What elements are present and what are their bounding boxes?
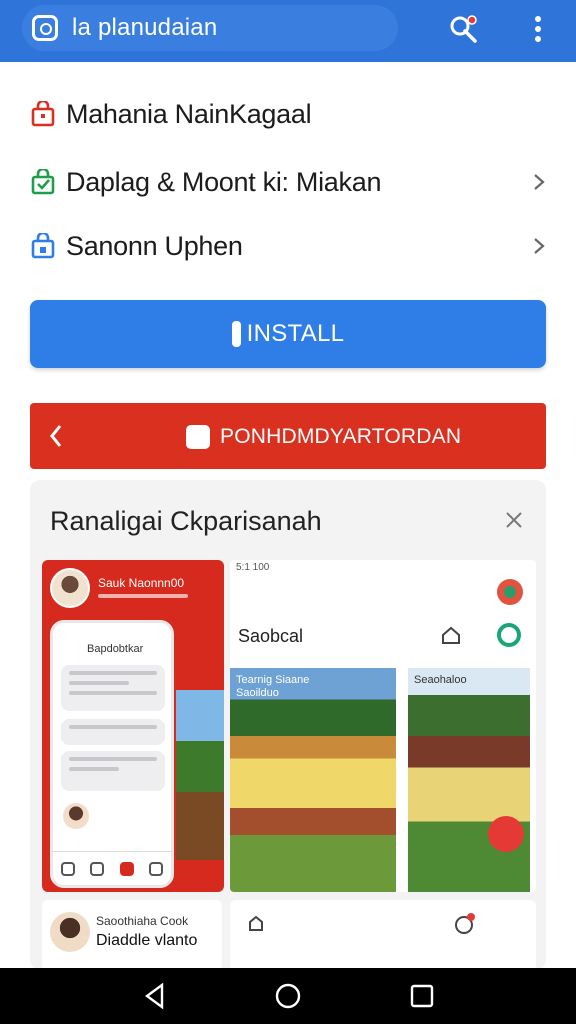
url-bar[interactable]: la planudaian [22,5,398,51]
app-header-bar: PONHDMDYARTORDAN [30,403,546,469]
chip-line-2: Diaddle vlanto [96,932,198,949]
key-icon[interactable] [446,12,480,46]
notification-icon [455,913,475,934]
comments-chip[interactable] [230,900,536,972]
screenshot-left[interactable]: Sauk Naonnn00 Bapdobtkar [42,560,224,892]
card-title: Ranaligai Ckparisanah [50,506,322,536]
chevron-right-icon [534,238,545,254]
house-photo: Seaohaloo [408,668,530,892]
chevron-right-icon [534,174,545,190]
more-vert-icon[interactable] [528,12,548,46]
screenshot-right[interactable]: 5:1 100 Saobcal Tearnig Siaane Saoilduo … [230,560,536,892]
home-icon [60,861,75,876]
profile-icon [149,861,164,876]
list-item-label: Daplag & Moont ki: Miakan [66,166,382,197]
home-outline-icon [442,626,460,644]
phone-mockup: Bapdobtkar [50,620,174,888]
app-badge-icon [497,579,523,605]
home-icon[interactable] [274,982,302,1010]
screenshots-card: Ranaligai Ckparisanah Sauk Naonnn00 Bapd… [30,480,546,972]
status-bar-text: 5:1 100 [236,562,270,573]
bag-share-icon [31,233,55,259]
download-icon [231,321,241,347]
photo-thumbnail [176,690,224,860]
lock-icon [32,15,58,41]
bag-check-icon [31,169,55,195]
chat-icon [497,623,521,647]
text-placeholder [98,594,188,598]
list-item-label: Mahania NainKagaal [66,98,312,129]
search-icon [90,861,105,876]
page: la planudaian Mahania NainKagaal Daplag … [0,0,576,1024]
share-icon [249,915,263,931]
add-icon [119,861,134,876]
install-button[interactable]: INSTALL [30,300,546,368]
browser-toolbar: la planudaian [0,0,576,62]
avatar [50,568,90,608]
back-icon[interactable] [142,982,168,1010]
phone-title: Bapdobtkar [87,643,144,655]
list-item-1[interactable]: Mahania NainKagaal [0,86,576,142]
action-button[interactable] [488,816,524,852]
url-text: la planudaian [72,14,218,41]
message-bubble [61,751,165,791]
bag-icon [31,101,55,127]
shot-title: Saobcal [238,626,304,646]
app-icon [186,425,210,449]
house-photo: Tearnig Siaane Saoilduo [230,668,396,892]
list-item-label: Sanonn Uphen [66,230,243,261]
back-arrow-icon[interactable] [48,423,64,449]
avatar [50,912,90,952]
list-item-3[interactable]: Sanonn Uphen [0,218,576,274]
avatar [63,803,89,829]
app-header-title: PONHDMDYARTORDAN [220,425,462,448]
install-label: INSTALL [246,320,345,347]
message-bubble [61,719,165,745]
system-nav-bar [0,968,576,1024]
recents-icon[interactable] [410,984,434,1008]
phone-nav [53,851,171,885]
shot-header-text: Sauk Naonnn00 [98,576,185,590]
chip-line-1: Saoothiaha Cook [96,914,189,928]
close-icon[interactable] [504,510,524,530]
photo-caption: Seaohaloo [414,674,467,686]
profile-chip[interactable]: Saoothiaha Cook Diaddle vlanto [42,900,222,972]
message-bubble [61,665,165,711]
photo-caption: Tearnig Siaane Saoilduo [236,674,310,699]
list-item-2[interactable]: Daplag & Moont ki: Miakan [0,154,576,210]
